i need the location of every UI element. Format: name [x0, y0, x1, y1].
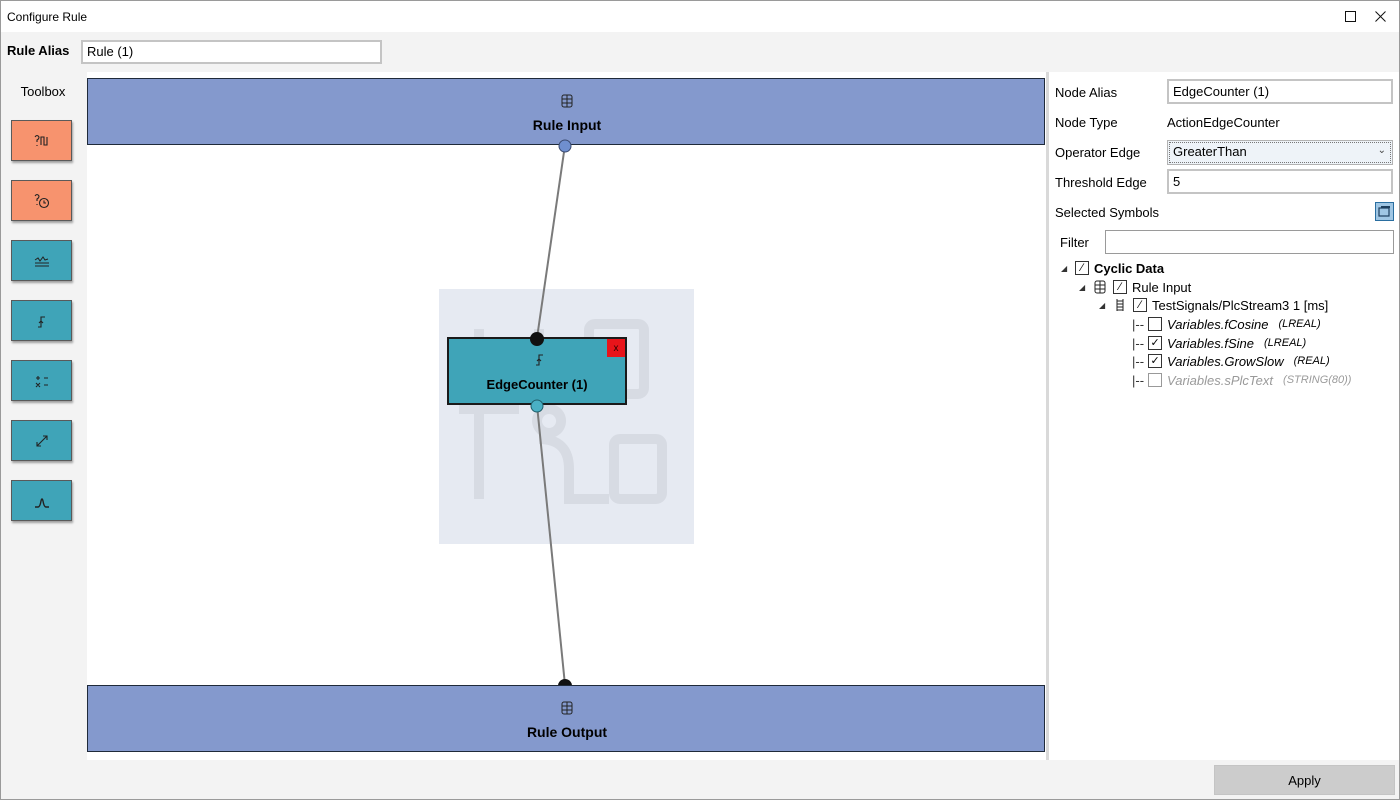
peak-icon [34, 497, 49, 508]
rule-input-port[interactable] [558, 139, 572, 153]
tree-node-cyclic-data[interactable]: ◢ ∕ Cyclic Data [1061, 259, 1164, 277]
symbol-type: (STRING(80)) [1283, 374, 1352, 386]
properties-panel: Node Alias EdgeCounter (1) Node Type Act… [1049, 72, 1399, 760]
symbol-checkbox[interactable] [1148, 317, 1163, 331]
tool-condition-pulse[interactable] [11, 120, 72, 161]
node-alias-input[interactable]: EdgeCounter (1) [1167, 79, 1393, 104]
tree-label-stream: TestSignals/PlcStream3 1 [ms] [1152, 297, 1329, 313]
maximize-icon[interactable] [1335, 1, 1365, 32]
rule-alias-row: Rule Alias Rule (1) [1, 32, 1399, 72]
tree-node-rule-input[interactable]: ◢ ∕ Rule Input [1079, 278, 1191, 296]
arithmetic-icon [35, 375, 48, 387]
tree-symbol-row[interactable]: |-- ✓ Variables.GrowSlow (REAL) [1132, 352, 1330, 370]
tool-threshold[interactable] [11, 240, 72, 281]
title-bar: Configure Rule [1, 1, 1399, 32]
symbol-name: Variables.fCosine [1167, 316, 1269, 332]
tree-label-cyclic-data: Cyclic Data [1094, 260, 1165, 276]
rule-canvas[interactable]: Rule Input EdgeCounter (1) x Rule Output [87, 72, 1046, 760]
symbol-type: (REAL) [1293, 355, 1330, 367]
tree-symbol-row[interactable]: |-- ✓ Variables.fSine (LREAL) [1132, 334, 1306, 352]
node-type-label: Node Type [1055, 115, 1118, 130]
tree-label-rule-input: Rule Input [1132, 279, 1192, 295]
window-title: Configure Rule [7, 10, 88, 24]
symbol-checkbox[interactable]: ✓ [1148, 354, 1163, 368]
condition-timer-icon [34, 193, 49, 208]
edge-counter-icon [536, 354, 543, 366]
tool-condition-timer[interactable] [11, 180, 72, 221]
scale-icon [35, 434, 48, 447]
expand-icon[interactable]: ◢ [1099, 301, 1109, 310]
tree-dash: |-- [1132, 335, 1145, 351]
partial-checkbox[interactable]: ∕ [1075, 261, 1089, 275]
rule-input-label: Rule Input [532, 117, 602, 133]
footer-bar: Apply [1, 760, 1399, 799]
filter-input[interactable] [1105, 230, 1394, 254]
symbol-type: (LREAL) [1278, 318, 1321, 330]
configure-rule-window: Configure Rule Rule Alias Rule (1) Toolb… [0, 0, 1400, 800]
symbol-name: Variables.fSine [1167, 335, 1255, 351]
rule-alias-input[interactable]: Rule (1) [81, 40, 382, 64]
tool-arithmetic[interactable] [11, 360, 72, 401]
node-alias-label: Node Alias [1055, 85, 1118, 100]
toolbox-label: Toolbox [20, 84, 66, 99]
delete-node-button[interactable]: x [607, 339, 625, 357]
close-icon[interactable] [1365, 1, 1395, 32]
partial-checkbox[interactable]: ∕ [1113, 280, 1127, 294]
filter-label: Filter [1060, 235, 1089, 250]
partial-checkbox[interactable]: ∕ [1133, 298, 1147, 312]
threshold-edge-input[interactable]: 5 [1167, 169, 1393, 194]
node-output-port[interactable] [530, 399, 544, 413]
toolbox: Toolbox [1, 72, 85, 760]
node-label: EdgeCounter (1) [486, 377, 588, 392]
threshold-edge-label: Threshold Edge [1055, 175, 1147, 190]
rule-alias-label: Rule Alias [7, 43, 70, 58]
condition-pulse-icon [34, 134, 48, 146]
stream-icon [1113, 298, 1127, 312]
symbol-name: Variables.GrowSlow [1167, 353, 1284, 369]
tree-dash: |-- [1132, 316, 1145, 332]
tool-peak[interactable] [11, 480, 72, 521]
node-type-value: ActionEdgeCounter [1167, 115, 1280, 130]
operator-edge-label: Operator Edge [1055, 145, 1141, 160]
expand-icon[interactable]: ◢ [1061, 264, 1071, 273]
symbols-window-icon [1378, 206, 1390, 217]
database-icon [561, 701, 573, 715]
tree-dash: |-- [1132, 372, 1145, 388]
symbol-checkbox[interactable]: ✓ [1148, 336, 1163, 350]
connection-wires [536, 144, 566, 686]
node-input-port[interactable] [529, 331, 545, 347]
tree-node-stream[interactable]: ◢ ∕ TestSignals/PlcStream3 1 [ms] [1099, 296, 1328, 314]
tool-edge-counter[interactable] [11, 300, 72, 341]
database-icon [561, 94, 573, 108]
apply-button[interactable]: Apply [1214, 765, 1395, 795]
rule-input-block[interactable]: Rule Input [87, 78, 1045, 145]
rule-output-block[interactable]: Rule Output [87, 685, 1045, 752]
rule-output-label: Rule Output [526, 724, 608, 740]
selected-symbols-label: Selected Symbols [1055, 205, 1160, 220]
operator-edge-select[interactable]: GreaterThan ⌄ [1167, 140, 1393, 165]
chevron-down-icon: ⌄ [1377, 145, 1386, 156]
threshold-icon [34, 255, 49, 266]
symbol-name: Variables.sPlcText [1167, 372, 1274, 388]
tree-dash: |-- [1132, 353, 1145, 369]
operator-edge-value: GreaterThan [1173, 144, 1247, 159]
database-icon [1093, 280, 1107, 294]
edge-counter-node[interactable]: EdgeCounter (1) x [447, 337, 627, 405]
tree-symbol-row[interactable]: |-- Variables.fCosine (LREAL) [1132, 315, 1321, 333]
expand-icon[interactable]: ◢ [1079, 283, 1089, 292]
symbol-type: (LREAL) [1264, 337, 1307, 349]
symbol-checkbox-disabled [1148, 373, 1163, 387]
tool-scale[interactable] [11, 420, 72, 461]
edge-counter-icon [37, 315, 45, 328]
select-symbols-button[interactable] [1375, 202, 1394, 221]
tree-symbol-row-disabled: |-- Variables.sPlcText (STRING(80)) [1132, 371, 1351, 389]
